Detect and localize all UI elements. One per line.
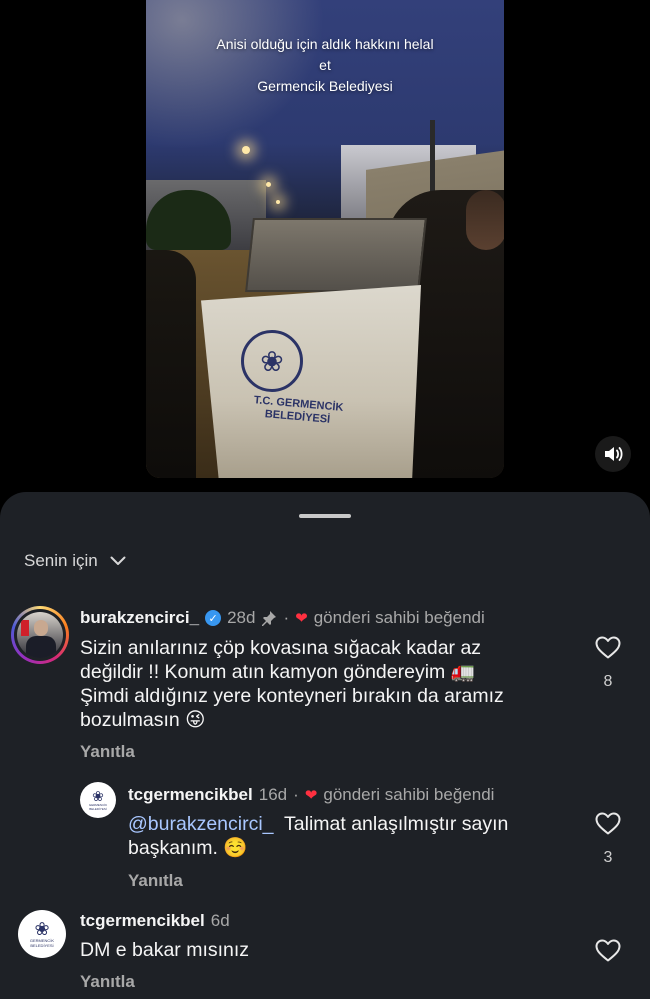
comment-text-line: Şimdi aldığınız yere konteyneri bırakın … xyxy=(80,685,504,707)
pin-icon xyxy=(262,611,277,626)
comment-text-line: Talimat anlaşılmıştır sayın xyxy=(284,813,509,835)
comment-header: tcgermencikbel 6d xyxy=(80,911,230,931)
heart-filled-icon: ❤ xyxy=(295,610,308,627)
comment-text-line: başkanım. ☺️ xyxy=(128,837,248,859)
like-count: 3 xyxy=(603,849,613,866)
like-button[interactable] xyxy=(594,939,622,962)
garbage-bin xyxy=(201,285,421,478)
verified-badge-icon: ✓ xyxy=(205,610,222,626)
municipality-logo-icon: ❀ xyxy=(92,788,104,804)
reply-button[interactable]: Yanıtla xyxy=(80,742,135,762)
avatar-label: GERMENCİK BELEDİYESİ xyxy=(88,803,108,811)
municipality-logo-icon: ❀ xyxy=(34,919,50,939)
heart-outline-icon xyxy=(595,939,621,962)
avatar-label: GERMENCİK BELEDİYESİ xyxy=(29,938,55,948)
avatar[interactable] xyxy=(11,606,69,664)
bin-lid xyxy=(245,218,427,292)
chevron-down-icon xyxy=(110,556,126,565)
comment-text-line: Sizin anılarınız çöp kovasına sığacak ka… xyxy=(80,637,482,659)
like-count: 8 xyxy=(603,673,613,690)
heart-filled-icon: ❤ xyxy=(304,787,318,804)
video-caption: Anisi olduğu için aldık hakkını helal et… xyxy=(146,34,504,97)
video-player[interactable]: ❀ T.C. GERMENCİK BELEDİYESİ Anisi olduğu… xyxy=(146,0,504,478)
comment-header: burakzencirci_ ✓ 28d · ❤ gönderi sahibi … xyxy=(80,608,485,628)
liked-by-creator: gönderi sahibi beğendi xyxy=(323,785,495,804)
liked-by-creator: gönderi sahibi beğendi xyxy=(313,608,485,627)
comment-username[interactable]: burakzencirci_ xyxy=(80,608,199,628)
mention-link[interactable]: @burakzencirci_ xyxy=(128,813,274,835)
like-button[interactable]: 3 xyxy=(594,812,622,867)
caption-line: Germencik Belediyesi xyxy=(257,78,393,94)
street-light xyxy=(266,182,271,187)
drag-handle[interactable] xyxy=(299,514,351,518)
comment-age: 28d xyxy=(227,608,256,627)
person-face xyxy=(466,190,504,250)
separator-dot: · xyxy=(293,785,299,804)
sort-label: Senin için xyxy=(24,551,98,570)
avatar[interactable]: ❀ GERMENCİK BELEDİYESİ xyxy=(18,910,66,958)
comments-sheet: Senin için burakzencirci_ ✓ 28d · ❤ gönd… xyxy=(0,492,650,999)
comment-text: DM e bakar mısınız xyxy=(80,939,250,961)
comment-header: tcgermencikbel 16d · ❤ gönderi sahibi be… xyxy=(128,785,494,805)
municipality-logo-icon: ❀ xyxy=(241,330,303,392)
comment-text: Sizin anılarınız çöp kovasına sığacak ka… xyxy=(80,636,560,732)
comment-age: 6d xyxy=(210,911,230,930)
person-left xyxy=(146,250,196,478)
sort-dropdown[interactable]: Senin için xyxy=(24,551,126,571)
comment-text: @burakzencirci_ Talimat anlaşılmıştır sa… xyxy=(128,812,568,860)
heart-outline-icon xyxy=(595,812,621,835)
comment-username[interactable]: tcgermencikbel xyxy=(80,911,205,931)
caption-line: et xyxy=(319,57,331,73)
reply-button[interactable]: Yanıtla xyxy=(128,871,183,891)
comment-username[interactable]: tcgermencikbel xyxy=(128,785,253,805)
comment-text-line: bozulmasın 😜 xyxy=(80,709,206,731)
mute-button[interactable] xyxy=(595,436,631,472)
street-light xyxy=(276,200,280,204)
comment-age: 16d xyxy=(258,785,288,804)
like-button[interactable]: 8 xyxy=(594,636,622,691)
reply-button[interactable]: Yanıtla xyxy=(80,972,135,992)
avatar[interactable]: ❀ GERMENCİK BELEDİYESİ xyxy=(80,782,116,818)
street-light xyxy=(242,146,250,154)
separator-dot: · xyxy=(283,608,290,627)
heart-outline-icon xyxy=(595,636,621,659)
caption-line: Anisi olduğu için aldık hakkını helal xyxy=(216,36,434,52)
comment-text-line: değildir !! Konum atın kamyon göndereyim… xyxy=(80,661,475,683)
speaker-icon xyxy=(605,447,623,461)
